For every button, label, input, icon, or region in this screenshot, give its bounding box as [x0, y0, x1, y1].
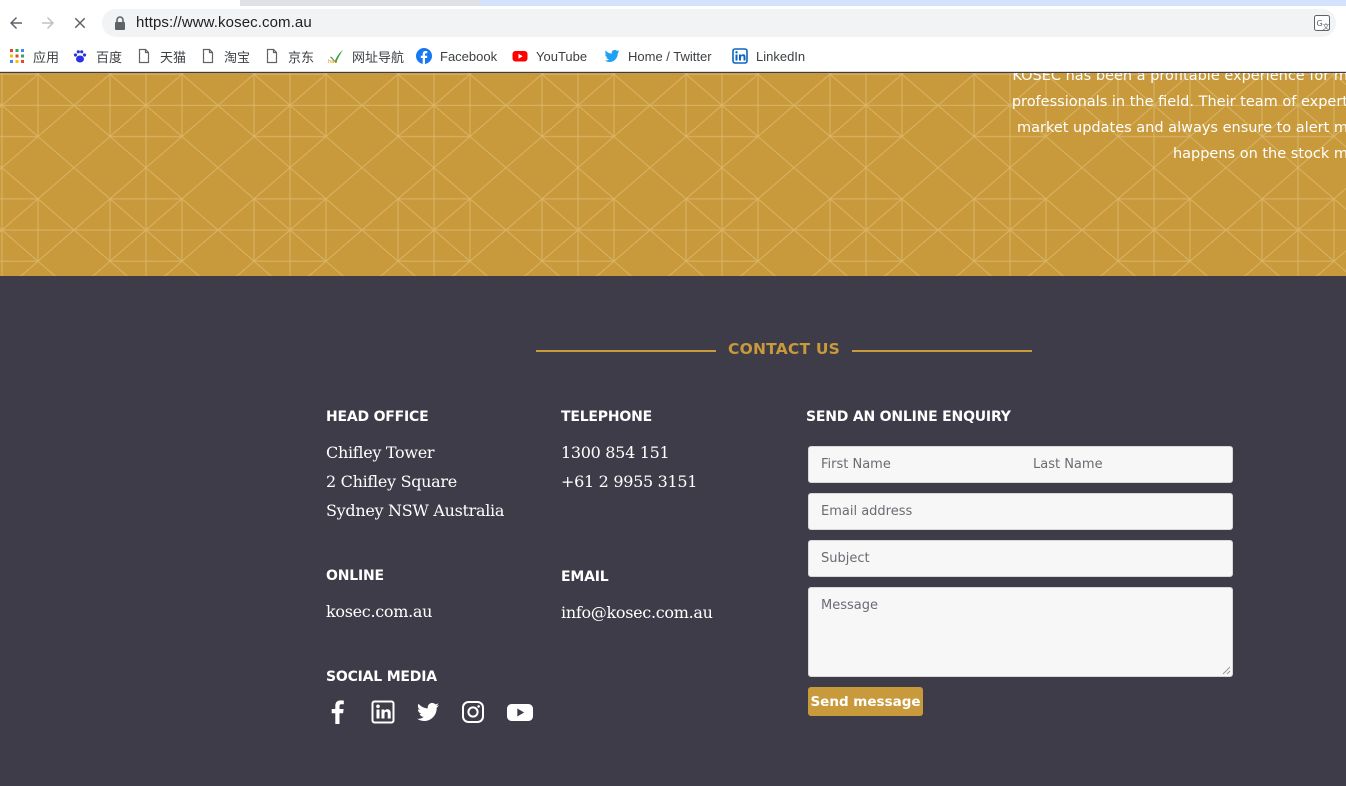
bookmark-label: 百度	[96, 49, 123, 65]
hao123-icon: hao	[328, 48, 344, 64]
url-text: https://www.kosec.com.au	[136, 14, 312, 31]
online-heading: ONLINE	[326, 568, 384, 584]
address-line: 2 Chifley Square	[326, 472, 457, 491]
testimonial-line: professionals in the field. Their team o…	[1011, 94, 1346, 110]
social-media-heading: SOCIAL MEDIA	[326, 669, 437, 685]
bookmark-twitter[interactable]: Home / Twitter	[604, 47, 712, 65]
facebook-icon	[416, 48, 432, 64]
bookmark-label: LinkedIn	[756, 48, 806, 64]
address-line: Sydney NSW Australia	[326, 501, 505, 520]
bookmark-label: 天猫	[160, 49, 187, 65]
bookmark-label: 淘宝	[224, 49, 251, 65]
telephone-heading: TELEPHONE	[561, 409, 652, 425]
page-icon	[200, 48, 216, 64]
address-line: Chifley Tower	[326, 443, 435, 462]
youtube-icon[interactable]	[506, 700, 534, 724]
bookmark-label: 京东	[288, 49, 315, 65]
twitter-icon	[604, 48, 620, 64]
message-textarea[interactable]	[808, 587, 1233, 677]
phone-number[interactable]: +61 2 9955 3151	[561, 472, 697, 491]
email-link[interactable]: info@kosec.com.au	[561, 603, 713, 622]
instagram-icon[interactable]	[461, 700, 485, 724]
contact-title-row: CONTACT US	[536, 340, 1032, 362]
email-input[interactable]	[808, 493, 1233, 530]
contact-title: CONTACT US	[728, 340, 840, 358]
bookmark-youtube[interactable]: YouTube	[512, 47, 587, 65]
bookmark-jd[interactable]: 京东	[264, 47, 314, 65]
email-heading: EMAIL	[561, 569, 609, 585]
bookmark-facebook[interactable]: Facebook	[416, 47, 497, 65]
last-name-input[interactable]	[1021, 447, 1231, 482]
bookmark-hao123[interactable]: hao 网址导航	[328, 47, 404, 65]
subject-input[interactable]	[808, 540, 1233, 577]
arrow-right-icon	[42, 17, 54, 29]
bookmark-baidu[interactable]: 百度	[72, 47, 122, 65]
phone-number[interactable]: 1300 854 151	[561, 443, 670, 462]
page-icon	[264, 48, 280, 64]
bookmark-label: 应用	[33, 49, 60, 65]
bookmark-label: Home / Twitter	[628, 48, 712, 64]
bookmark-label: 网址导航	[352, 49, 405, 65]
browser-toolbar: https://www.kosec.com.au G文	[0, 6, 1346, 40]
page-icon	[136, 48, 152, 64]
baidu-paw-icon	[72, 48, 88, 64]
testimonial-line: happens on the stock m	[1172, 146, 1346, 162]
youtube-icon	[512, 48, 528, 64]
translate-icon[interactable]: G文	[1314, 15, 1330, 31]
svg-text:文: 文	[1323, 22, 1330, 31]
stop-loading-button[interactable]	[69, 12, 91, 34]
bookmark-apps[interactable]: 应用	[9, 47, 59, 65]
title-divider-left	[536, 350, 716, 352]
title-divider-right	[852, 350, 1032, 352]
bookmark-label: YouTube	[536, 48, 588, 64]
forward-button[interactable]	[37, 12, 59, 34]
social-icons	[326, 700, 555, 724]
linkedin-icon	[732, 48, 748, 64]
first-name-input[interactable]	[809, 447, 1019, 482]
bookmarks-bar: 应用 百度 天猫 淘宝 京东 hao 网址导航 Facebook YouTube…	[0, 40, 1346, 72]
apps-grid-icon	[9, 48, 25, 64]
address-bar[interactable]: https://www.kosec.com.au G文	[102, 9, 1336, 37]
bookmark-taobao[interactable]: 淘宝	[200, 47, 250, 65]
lock-icon	[115, 16, 125, 30]
head-office-heading: HEAD OFFICE	[326, 409, 429, 425]
testimonial-text: KOSEC has been a profitable experience f…	[928, 73, 1346, 167]
twitter-icon[interactable]	[416, 700, 440, 724]
linkedin-icon[interactable]	[371, 700, 395, 724]
svg-text:hao: hao	[328, 59, 337, 64]
testimonial-line: KOSEC has been a profitable experience f…	[1012, 73, 1346, 84]
testimonial-banner: KOSEC has been a profitable experience f…	[0, 73, 1346, 276]
bookmark-linkedin[interactable]: LinkedIn	[732, 47, 805, 65]
send-message-button[interactable]: Send message	[808, 687, 923, 716]
enquiry-heading: SEND AN ONLINE ENQUIRY	[806, 409, 1011, 425]
back-button[interactable]	[5, 12, 27, 34]
facebook-icon[interactable]	[326, 700, 350, 724]
website-link[interactable]: kosec.com.au	[326, 602, 432, 621]
arrow-left-icon	[10, 17, 22, 29]
bookmark-tmall[interactable]: 天猫	[136, 47, 186, 65]
resize-grip-icon[interactable]	[1221, 665, 1231, 675]
contact-section: CONTACT US HEAD OFFICE Chifley Tower 2 C…	[0, 276, 1346, 786]
close-icon	[74, 17, 86, 29]
bookmark-label: Facebook	[440, 48, 498, 64]
testimonial-line: market updates and always ensure to aler…	[1016, 120, 1346, 136]
